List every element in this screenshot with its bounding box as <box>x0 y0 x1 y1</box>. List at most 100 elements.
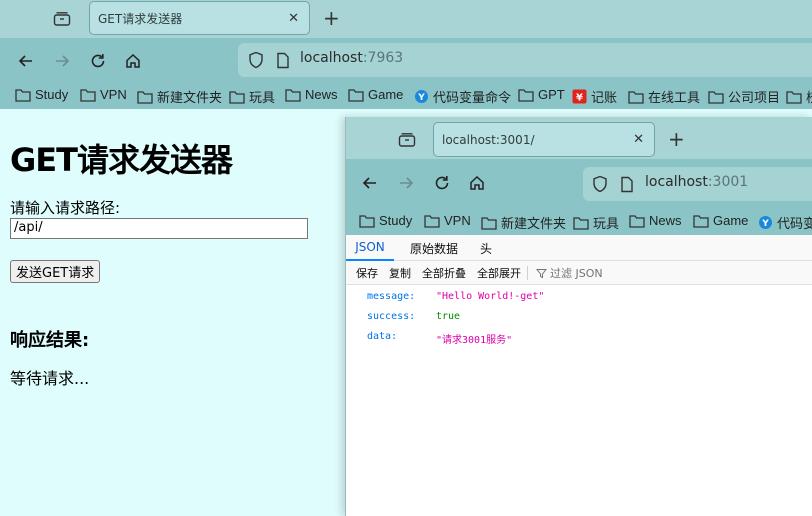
toolbar-divider <box>527 266 528 280</box>
filter-placeholder: 过滤 JSON <box>550 267 603 280</box>
bookmark-code-vars[interactable]: Y 代码变量命令 <box>414 87 511 106</box>
svg-text:Y: Y <box>417 93 425 103</box>
tab-overview-icon[interactable] <box>396 129 418 151</box>
tab-get-sender[interactable]: GET请求发送器 ✕ <box>89 1 310 35</box>
bookmark-online-tools[interactable]: 在线工具 <box>628 87 700 106</box>
bookmark-label: 记账 <box>591 90 618 105</box>
send-get-button[interactable]: 发送GET请求 <box>10 260 101 283</box>
bookmark-game[interactable]: Game <box>693 213 748 228</box>
folder-icon <box>348 88 364 102</box>
bookmark-label: VPN <box>100 87 127 102</box>
bookmark-code-vars[interactable]: Y 代码变 <box>758 213 812 232</box>
bookmarks-bar: Study VPN 新建文件夹 玩具 News Game Y 代码变量命令 GPT… <box>0 83 812 109</box>
copy-button[interactable]: 复制 <box>389 261 411 285</box>
bookmark-gpt[interactable]: GPT <box>518 87 565 102</box>
bookmark-news[interactable]: News <box>629 213 682 228</box>
url-text[interactable]: localhost:3001 <box>645 174 748 190</box>
tab-overview-icon[interactable] <box>51 8 73 30</box>
bookmark-study[interactable]: Study <box>359 213 412 228</box>
tab-json[interactable]: JSON <box>346 235 394 261</box>
tab-bar: localhost:3001/ ✕ + <box>346 117 812 159</box>
expand-all-button[interactable]: 全部展开 <box>477 261 521 285</box>
json-row-data[interactable]: data: "请求3001服务" <box>346 328 812 346</box>
new-tab-icon[interactable]: + <box>323 8 340 28</box>
folder-icon <box>15 88 31 102</box>
back-icon[interactable] <box>359 172 381 194</box>
path-input[interactable]: /api/ <box>10 218 308 239</box>
folder-icon <box>629 214 645 228</box>
close-icon[interactable]: ✕ <box>633 132 644 147</box>
tab-localhost-3001[interactable]: localhost:3001/ ✕ <box>433 122 655 157</box>
json-row-message[interactable]: message: "Hello World!-get" <box>346 288 812 306</box>
url-text[interactable]: localhost:7963 <box>300 50 403 66</box>
bookmark-label: 代码变 <box>777 216 812 231</box>
bookmark-vpn[interactable]: VPN <box>424 213 471 228</box>
bookmark-new-folder[interactable]: 新建文件夹 <box>481 213 566 232</box>
tab-raw-data[interactable]: 原始数据 <box>410 235 458 261</box>
bookmark-toys[interactable]: 玩具 <box>573 213 619 232</box>
bookmark-label: News <box>305 87 338 102</box>
bookmark-label: VPN <box>444 213 471 228</box>
json-value: true <box>436 311 461 322</box>
close-icon[interactable]: ✕ <box>288 11 299 26</box>
page-title: GET请求发送器 <box>10 141 233 179</box>
shield-icon[interactable] <box>589 173 611 195</box>
folder-icon <box>359 214 375 228</box>
folder-icon <box>424 214 440 228</box>
url-host: localhost <box>300 50 363 66</box>
bookmark-game[interactable]: Game <box>348 87 403 102</box>
bookmark-vpn[interactable]: VPN <box>80 87 127 102</box>
path-label: 请输入请求路径: <box>10 199 121 217</box>
bookmark-new-folder[interactable]: 新建文件夹 <box>137 87 222 106</box>
json-key: success: <box>367 311 416 322</box>
tab-headers[interactable]: 头 <box>480 235 492 261</box>
home-icon[interactable] <box>122 50 144 72</box>
bookmark-label: 公司项目 <box>728 90 781 105</box>
page-content: GET请求发送器 请输入请求路径: /api/ 发送GET请求 响应结果: 等待… <box>0 109 346 516</box>
new-tab-icon[interactable]: + <box>668 129 685 149</box>
bookmark-label: Study <box>379 213 413 228</box>
browser-window-front: localhost:3001/ ✕ + localhost:3001 Study… <box>345 117 812 516</box>
bookmarks-bar: Study VPN 新建文件夹 玩具 News Game Y 代码变 <box>346 208 812 235</box>
home-icon[interactable] <box>466 172 488 194</box>
url-port: :7963 <box>362 50 404 66</box>
url-bar[interactable]: localhost:7963 <box>238 43 812 77</box>
bookmark-label: 新建文件夹 <box>501 216 567 231</box>
nav-bar: localhost:3001 <box>346 159 812 208</box>
bookmark-label: 玩具 <box>249 90 276 105</box>
back-icon[interactable] <box>15 50 37 72</box>
tab-title: GET请求发送器 <box>98 11 183 26</box>
json-value: "Hello World!-get" <box>436 291 545 302</box>
shield-icon[interactable] <box>245 49 267 71</box>
folder-icon <box>481 216 497 230</box>
url-host: localhost <box>645 174 708 190</box>
yen-icon: ¥ <box>572 89 587 104</box>
folder-icon <box>80 88 96 102</box>
filter-icon <box>536 268 547 278</box>
bookmark-label: 代码变量命令 <box>433 90 512 105</box>
bookmark-label: 校 <box>806 87 812 106</box>
filter-json-input[interactable]: 过滤 JSON <box>536 261 603 285</box>
site-icon: Y <box>759 216 772 229</box>
forward-icon[interactable] <box>395 172 417 194</box>
json-key: message: <box>367 291 416 302</box>
forward-icon[interactable] <box>51 50 73 72</box>
bookmark-news[interactable]: News <box>285 87 338 102</box>
json-viewer-tabs: JSON 原始数据 头 <box>346 235 812 261</box>
bookmark-school[interactable]: 校 <box>786 87 812 106</box>
url-bar[interactable]: localhost:3001 <box>583 167 812 201</box>
bookmark-label: News <box>649 213 682 228</box>
bookmark-toys[interactable]: 玩具 <box>229 87 275 106</box>
json-view: message: "Hello World!-get" success: tru… <box>346 286 812 516</box>
collapse-all-button[interactable]: 全部折叠 <box>422 261 466 285</box>
page-icon <box>616 173 638 195</box>
bookmark-accounting[interactable]: ¥ 记账 <box>572 87 617 106</box>
svg-text:Y: Y <box>761 219 769 229</box>
json-key: data: <box>367 331 398 342</box>
save-button[interactable]: 保存 <box>356 261 378 285</box>
reload-icon[interactable] <box>431 172 453 194</box>
bookmark-study[interactable]: Study <box>15 87 68 102</box>
reload-icon[interactable] <box>87 50 109 72</box>
json-row-success[interactable]: success: true <box>346 308 812 326</box>
bookmark-company[interactable]: 公司项目 <box>708 87 780 106</box>
